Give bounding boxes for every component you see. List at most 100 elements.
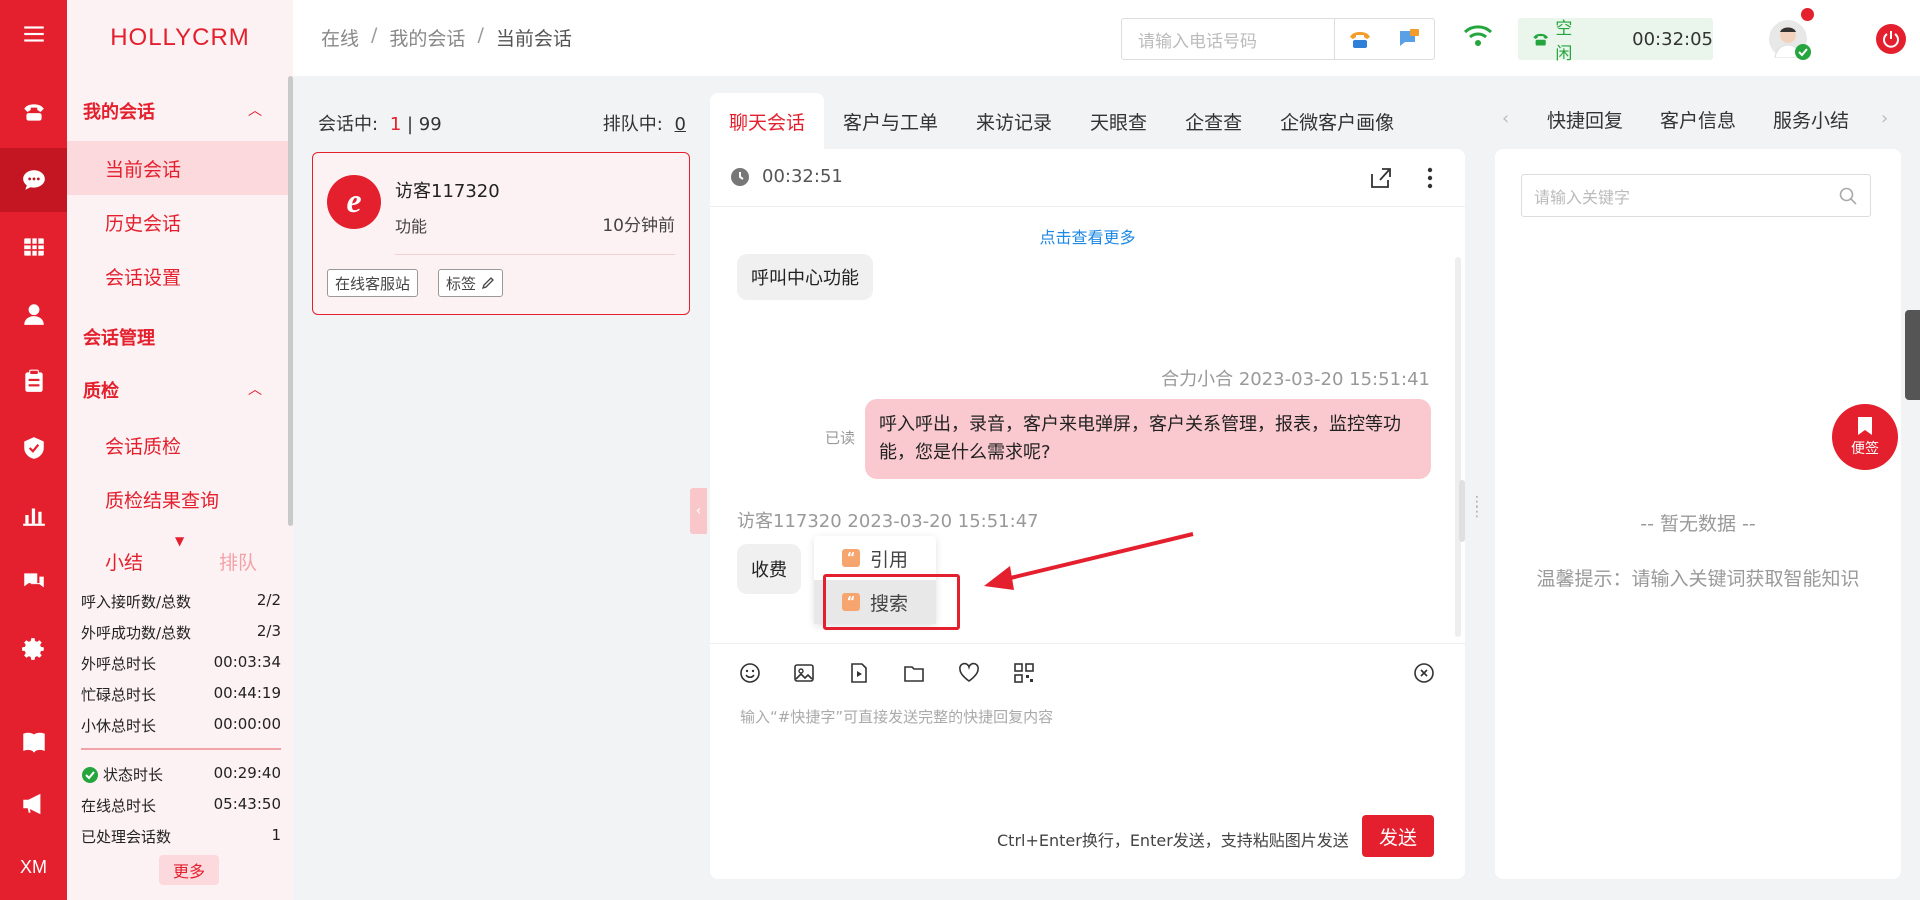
nav-group-quality[interactable]: 质检 ︿ (83, 377, 262, 403)
tab-chat[interactable]: 聊天会话 (710, 93, 825, 149)
breadcrumb-item[interactable]: 在线 (321, 24, 359, 51)
channel-tag: 在线客服站 (327, 269, 419, 297)
tab-summary[interactable]: 小结 (105, 548, 143, 575)
gear-icon[interactable] (0, 617, 67, 681)
side-widget-edge[interactable] (1905, 310, 1920, 400)
chat-tabs: 聊天会话 客户与工单 来访记录 天眼查 企查查 企微客户画像 (710, 93, 1413, 149)
visitor-message: 收费 (737, 544, 801, 594)
nav-item-quality-check[interactable]: 会话质检 (67, 418, 288, 472)
video-icon[interactable] (847, 661, 871, 685)
emoji-icon[interactable] (738, 661, 762, 685)
grid-icon[interactable] (0, 215, 67, 279)
stat-row: 外呼总时长 00:03:34 (81, 653, 281, 673)
breadcrumb-item[interactable]: 我的会话 (389, 24, 465, 51)
more-vertical-icon[interactable] (1423, 165, 1437, 191)
chevron-up-icon: ︿ (248, 382, 262, 398)
nav-group-session-management[interactable]: 会话管理 (83, 324, 155, 350)
stat-row: 小休总时长 00:00:00 (81, 715, 281, 735)
message-scrollbar[interactable] (1455, 257, 1461, 637)
label-tag-button[interactable]: 标签 (438, 269, 504, 297)
send-shortcut-hint: Ctrl+Enter换行，Enter发送，支持粘贴图片发送 (997, 831, 1349, 850)
tab-service-summary[interactable]: 服务小结 (1773, 106, 1849, 133)
breadcrumb: 在线 / 我的会话 / 当前会话 (321, 24, 572, 51)
messages-icon[interactable] (0, 550, 67, 614)
avatar[interactable] (1769, 8, 1814, 60)
chevron-right-icon[interactable]: › (1881, 108, 1888, 129)
session-card[interactable]: e 访客117320 功能 10分钟前 在线客服站 标签 (312, 152, 690, 315)
close-circle-icon[interactable] (1412, 661, 1436, 685)
agent-status[interactable]: 空闲 00:32:05 (1518, 18, 1713, 64)
sms-button[interactable] (1384, 19, 1434, 59)
message-input[interactable]: 输入“#快捷字”可直接发送完整的快捷回复内容 (740, 706, 1053, 727)
stats-divider (81, 748, 281, 750)
nav-item-current-session[interactable]: 当前会话 (67, 141, 288, 195)
user-initials[interactable]: XM (0, 835, 67, 899)
bar-chart-icon[interactable] (0, 483, 67, 547)
check-circle-icon (82, 766, 98, 783)
heart-icon[interactable] (957, 661, 981, 685)
stat-row: 已处理会话数 1 (81, 826, 281, 846)
agent-message: 呼入呼出，录音，客户来电弹屏，客户关系管理，报表，监控等功能，您是什么需求呢? (865, 399, 1431, 479)
right-tabs: ‹ 快捷回复 客户信息 服务小结 › (1495, 96, 1915, 140)
tab-visit-records[interactable]: 来访记录 (957, 93, 1071, 149)
annotation-arrow-icon (984, 532, 1194, 590)
folder-icon[interactable] (902, 661, 926, 685)
tab-qichacha[interactable]: 企查查 (1166, 93, 1261, 149)
sms-icon (1399, 29, 1420, 46)
session-timer: 00:32:51 (730, 166, 843, 187)
wifi-icon (1463, 24, 1493, 53)
search-icon[interactable] (1838, 186, 1858, 206)
phone-status-icon (1533, 33, 1548, 46)
drag-grip-icon[interactable]: ⋮ ⋮ (1470, 495, 1484, 519)
phone-input[interactable]: 请输入电话号码 (1122, 19, 1335, 59)
more-button[interactable]: 更多 (159, 855, 219, 885)
chat-icon[interactable] (0, 148, 67, 212)
book-icon[interactable] (0, 710, 67, 774)
nav-scrollbar[interactable] (288, 76, 293, 526)
dial-button[interactable] (1335, 19, 1385, 59)
online-check-icon (1795, 44, 1811, 60)
summary-tabs: 小结 ▼ 排队 (67, 534, 288, 580)
right-panel: 请输入关键字 -- 暂无数据 -- 温馨提示：请输入关键词获取智能知识 (1495, 149, 1901, 879)
chevron-left-icon[interactable]: ‹ (1502, 108, 1509, 129)
tab-wecom-profile[interactable]: 企微客户画像 (1261, 93, 1413, 149)
bookmark-icon (1858, 417, 1872, 435)
brand-logo: HOLLYCRM (110, 24, 250, 51)
load-more-link[interactable]: 点击查看更多 (710, 224, 1465, 248)
tab-tianyancha[interactable]: 天眼查 (1071, 93, 1166, 149)
panel-splitter[interactable] (1459, 480, 1465, 542)
menu-icon[interactable] (0, 2, 67, 66)
top-header: 在线 / 我的会话 / 当前会话 请输入电话号码 空闲 00:32:05 (293, 0, 1920, 76)
tab-quick-reply[interactable]: 快捷回复 (1547, 106, 1623, 133)
nav-item-session-settings[interactable]: 会话设置 (67, 249, 288, 303)
stat-row: 忙碌总时长 00:44:19 (81, 684, 281, 704)
nav-item-quality-results[interactable]: 质检结果查询 (67, 472, 288, 526)
keyword-input[interactable]: 请输入关键字 (1521, 174, 1871, 217)
empty-state: -- 暂无数据 -- (1640, 513, 1756, 535)
send-button[interactable]: 发送 (1362, 815, 1434, 857)
phone-icon[interactable] (0, 80, 67, 144)
stat-row: 状态时长 00:29:40 (81, 764, 281, 785)
user-icon[interactable] (0, 282, 67, 346)
megaphone-icon[interactable] (0, 772, 67, 836)
chevron-up-icon: ︿ (248, 103, 262, 119)
qrcode-icon[interactable] (1012, 661, 1036, 685)
share-icon[interactable] (1368, 166, 1392, 190)
collapse-handle[interactable]: ‹ (690, 488, 707, 534)
notification-dot (1801, 8, 1814, 21)
knowledge-tip: 温馨提示：请输入关键词获取智能知识 (1536, 568, 1860, 590)
tab-customer-tickets[interactable]: 客户与工单 (824, 93, 957, 149)
highlight-box (823, 574, 960, 630)
power-icon (1883, 31, 1899, 48)
nav-item-history[interactable]: 历史会话 (67, 195, 288, 249)
tab-queue[interactable]: 排队 (219, 548, 257, 575)
session-counts: 会话中: 1 | 99 排队中: 0 (318, 114, 686, 135)
phone-search: 请输入电话号码 (1121, 18, 1435, 60)
nav-group-my-sessions[interactable]: 我的会话 ︿ (83, 98, 262, 124)
image-icon[interactable] (792, 661, 816, 685)
clipboard-icon[interactable] (0, 349, 67, 413)
power-button[interactable] (1876, 24, 1906, 54)
shield-icon[interactable] (0, 416, 67, 480)
notes-button[interactable]: 便签 (1832, 404, 1898, 470)
tab-customer-info[interactable]: 客户信息 (1660, 106, 1736, 133)
